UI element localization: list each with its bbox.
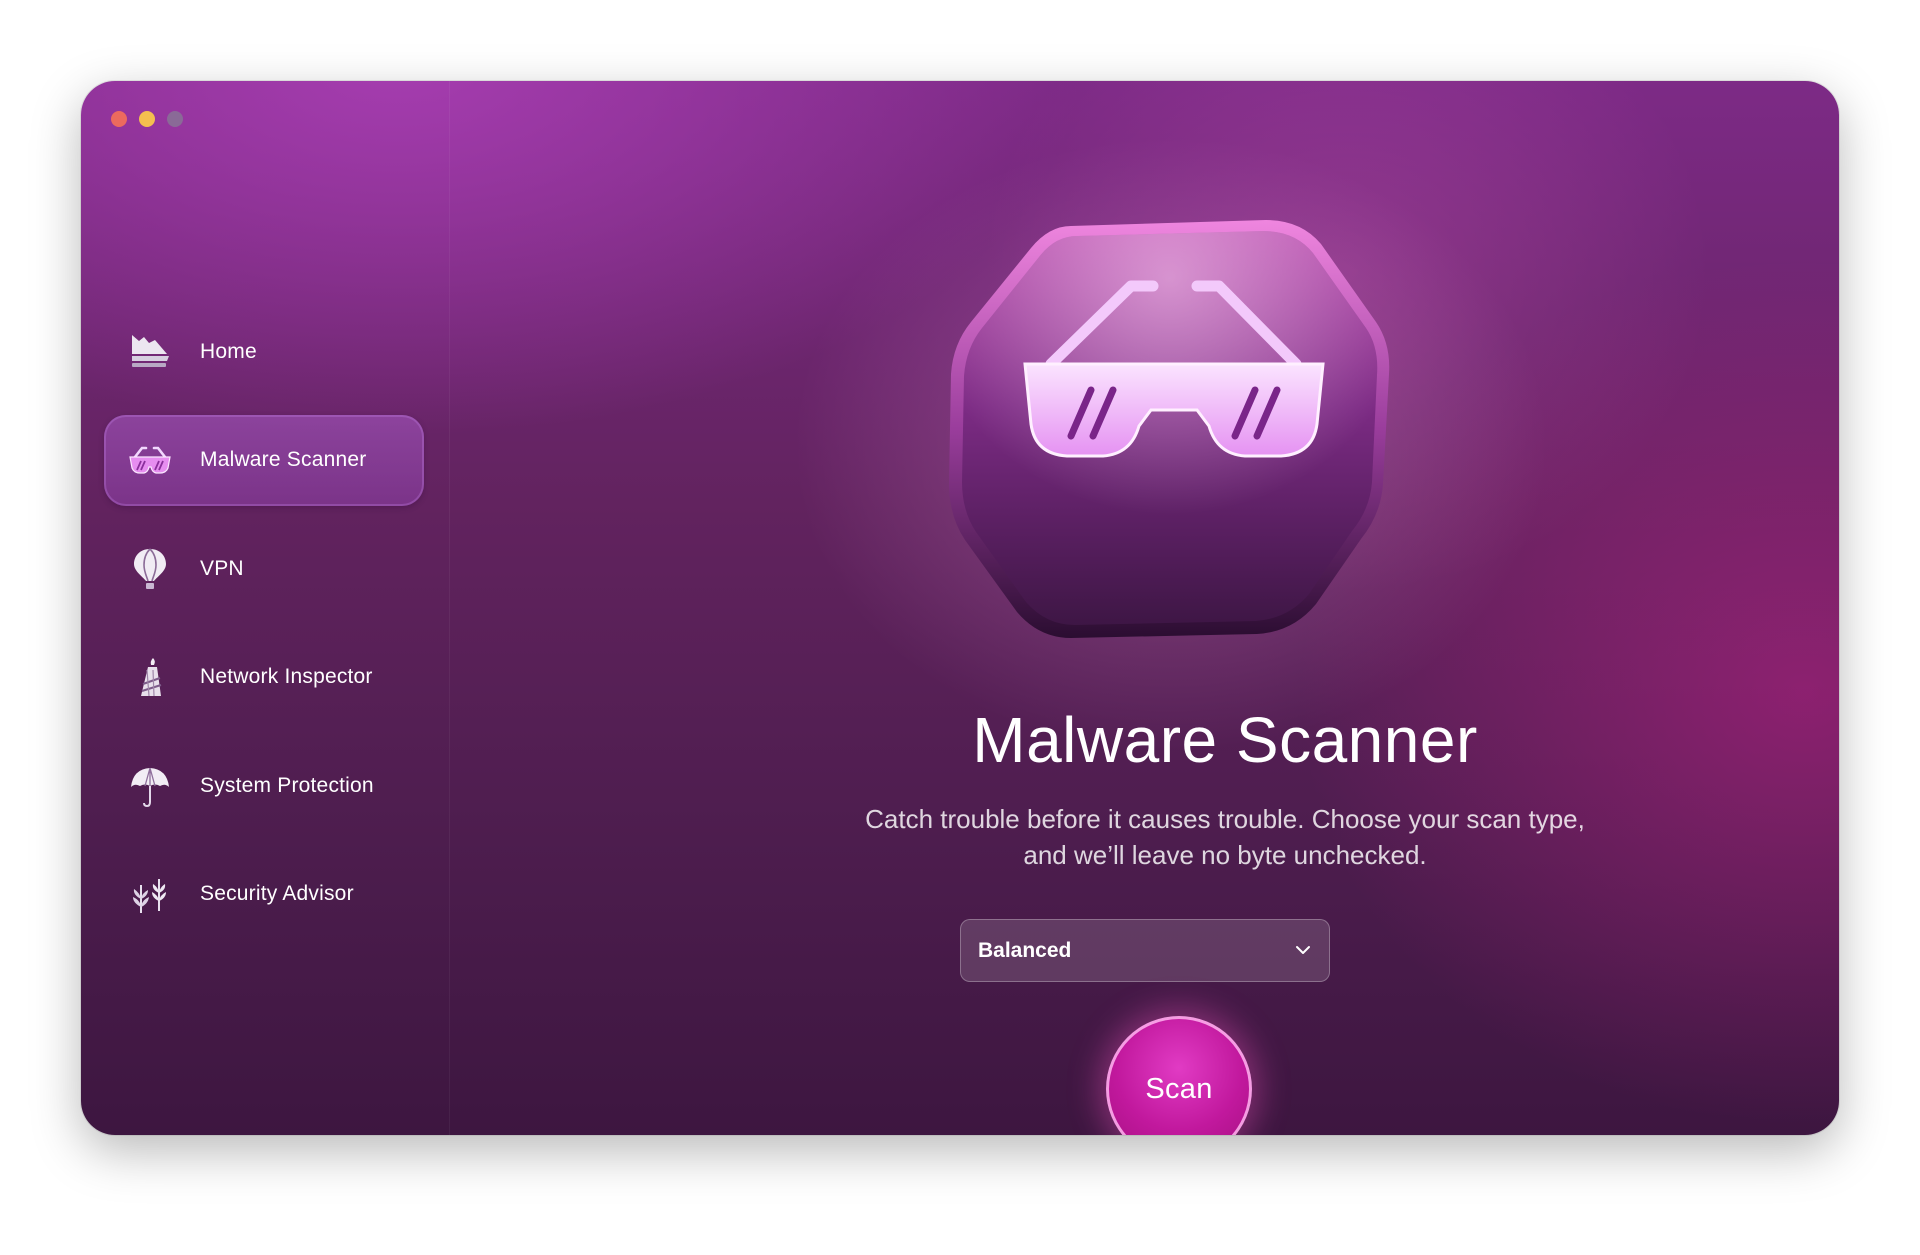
subtitle-line: and we’ll leave no byte unchecked.	[1023, 840, 1427, 870]
sidebar-item-label: Home	[200, 339, 257, 363]
lighthouse-icon	[126, 653, 174, 701]
sidebar-item-vpn[interactable]: VPN	[104, 523, 424, 614]
subtitle-line: Catch trouble before it causes trouble. …	[865, 804, 1585, 834]
sidebar: Home Malware Scanner VPN Network Inspect…	[81, 81, 450, 1135]
scan-button[interactable]: Scan	[1106, 1016, 1252, 1135]
sidebar-item-label: System Protection	[200, 773, 374, 797]
chevron-down-icon	[1296, 946, 1310, 954]
sidebar-item-malware-scanner[interactable]: Malware Scanner	[104, 414, 424, 506]
sidebar-item-label: VPN	[200, 556, 244, 580]
sidebar-item-label: Security Advisor	[200, 882, 354, 905]
scan-type-value: Balanced	[978, 938, 1072, 962]
sunglasses-octagon-icon	[949, 220, 1390, 638]
hero-illustration	[741, 94, 1601, 794]
app-window: Home Malware Scanner VPN Network Inspect…	[81, 81, 1839, 1135]
sidebar-item-label: Network Inspector	[200, 665, 373, 688]
sidebar-item-home[interactable]: Home	[104, 306, 424, 397]
sidebar-item-label: Malware Scanner	[200, 448, 367, 471]
umbrella-icon	[126, 762, 174, 810]
page-subtitle: Catch trouble before it causes trouble. …	[641, 801, 1809, 873]
page-title: Malware Scanner	[972, 704, 1478, 776]
sidebar-item-system-protection[interactable]: System Protection	[104, 740, 424, 831]
sidebar-nav: Home Malware Scanner VPN Network Inspect…	[104, 306, 424, 957]
sidebar-item-network-inspector[interactable]: Network Inspector	[104, 632, 424, 723]
sidebar-item-security-advisor[interactable]: Security Advisor	[104, 849, 424, 940]
hot-air-balloon-icon	[126, 545, 174, 593]
scan-button-wrapper[interactable]: Scan	[1106, 1016, 1252, 1135]
plants-icon	[126, 870, 174, 918]
home-icon	[126, 328, 174, 376]
scan-type-select[interactable]: Balanced	[960, 919, 1330, 982]
sunglasses-icon	[126, 436, 174, 484]
